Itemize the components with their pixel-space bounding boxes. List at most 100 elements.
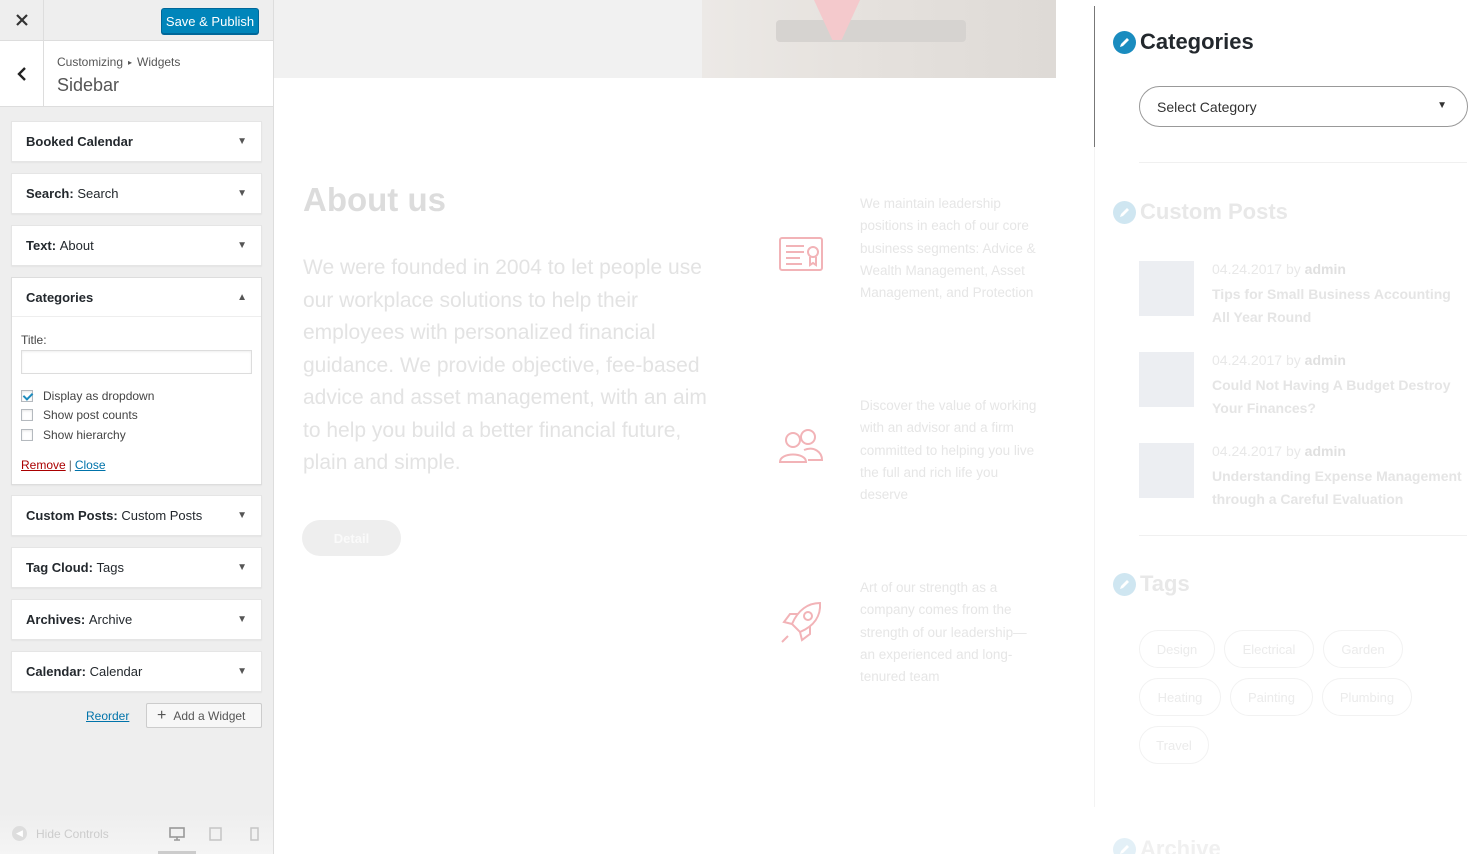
post-thumbnail[interactable] xyxy=(1139,352,1194,407)
widget-title: Custom Posts: xyxy=(26,508,118,523)
archive-widget-title[interactable]: Archive xyxy=(1113,836,1221,854)
caret-down-icon[interactable]: ▼ xyxy=(237,614,247,625)
title-label: Title: xyxy=(21,333,47,347)
widget-subtitle: Calendar xyxy=(89,664,143,679)
post-by: by xyxy=(1285,443,1301,459)
breadcrumb-widgets: Widgets xyxy=(137,55,181,69)
users-icon xyxy=(778,429,824,463)
widget-categories: Categories ▲ Title: Display as dropdown … xyxy=(11,277,262,485)
edit-pencil-icon[interactable] xyxy=(1113,200,1136,224)
desktop-preview-button[interactable] xyxy=(168,826,186,842)
tag-link[interactable]: Garden xyxy=(1323,630,1403,668)
tag-link[interactable]: Design xyxy=(1139,630,1215,668)
breadcrumb: Customizing ▸ Widgets xyxy=(57,55,180,69)
widget-title: Search: xyxy=(26,186,74,201)
widget-archives[interactable]: Archives: Archive ▼ xyxy=(11,599,262,640)
desktop-icon xyxy=(169,827,185,841)
edit-pencil-icon[interactable] xyxy=(1113,837,1136,854)
tag-link[interactable]: Electrical xyxy=(1224,630,1314,668)
caret-down-icon[interactable]: ▼ xyxy=(237,240,247,251)
checkbox-display-dropdown[interactable] xyxy=(21,389,33,402)
save-publish-button[interactable]: Save & Publish xyxy=(161,8,259,34)
tag-link[interactable]: Heating xyxy=(1139,678,1221,716)
caret-down-icon[interactable]: ▼ xyxy=(237,188,247,199)
checkbox-show-hierarchy[interactable] xyxy=(21,428,33,441)
feature-text: Discover the value of working with an ad… xyxy=(860,398,1037,503)
mobile-preview-button[interactable] xyxy=(245,826,263,842)
widget-subtitle: Tags xyxy=(96,560,125,575)
option-show-hierarchy[interactable]: Show hierarchy xyxy=(21,425,252,445)
tag-link[interactable]: Plumbing xyxy=(1322,678,1412,716)
post-title[interactable]: Understanding Expense Management through… xyxy=(1212,465,1464,510)
chevron-left-icon xyxy=(16,66,26,81)
panel-title: Sidebar xyxy=(57,75,120,95)
caret-down-icon[interactable]: ▼ xyxy=(237,562,247,573)
back-button[interactable] xyxy=(0,41,44,106)
widget-text[interactable]: Text: About ▼ xyxy=(11,225,262,266)
feature-text: We maintain leadership positions in each… xyxy=(860,196,1036,301)
widget-header[interactable]: Categories ▲ xyxy=(12,278,261,317)
widget-custom-posts[interactable]: Custom Posts: Custom Posts ▼ xyxy=(11,495,262,536)
caret-down-icon[interactable]: ▼ xyxy=(237,136,247,147)
reorder-link[interactable]: Reorder xyxy=(86,709,129,723)
post-thumbnail[interactable] xyxy=(1139,261,1194,316)
remove-link[interactable]: Remove xyxy=(21,458,66,472)
widget-tag-cloud[interactable]: Tag Cloud: Tags ▼ xyxy=(11,547,262,588)
tablet-preview-button[interactable] xyxy=(206,826,224,842)
post-author[interactable]: admin xyxy=(1305,261,1346,277)
custom-posts-widget-title[interactable]: Custom Posts xyxy=(1113,199,1288,225)
widget-header[interactable]: Text: About ▼ xyxy=(12,226,261,265)
option-label: Show post counts xyxy=(43,408,138,423)
post-date: 04.24.2017 xyxy=(1212,443,1283,459)
hero-image-detail xyxy=(776,20,966,42)
customizer-header: Save & Publish xyxy=(0,0,273,41)
widget-header[interactable]: Calendar: Calendar ▼ xyxy=(12,652,261,691)
dropdown-arrow-icon: ▼ xyxy=(1437,100,1447,111)
post-title[interactable]: Tips for Small Business Accounting All Y… xyxy=(1212,283,1464,328)
post-meta: 04.24.2017 by admin xyxy=(1212,443,1346,459)
post-by: by xyxy=(1285,352,1301,368)
widget-booked-calendar[interactable]: Booked Calendar ▼ xyxy=(11,121,262,162)
close-customizer-button[interactable] xyxy=(0,0,44,40)
post-thumbnail[interactable] xyxy=(1139,443,1194,498)
rocket-icon xyxy=(781,601,822,643)
widget-title: Text: xyxy=(26,238,57,253)
post-title[interactable]: Could Not Having A Budget Destroy Your F… xyxy=(1212,374,1464,419)
option-label: Display as dropdown xyxy=(43,388,155,403)
edit-pencil-icon[interactable] xyxy=(1113,30,1136,54)
widget-header[interactable]: Booked Calendar ▼ xyxy=(12,122,261,161)
hide-controls-button[interactable]: ◀ Hide Controls xyxy=(12,826,109,841)
tag-link[interactable]: Travel xyxy=(1139,726,1209,764)
hide-controls-label: Hide Controls xyxy=(36,826,109,841)
about-text: We were founded in 2004 to let people us… xyxy=(303,256,707,474)
category-select[interactable]: Select Category ▼ xyxy=(1139,86,1468,127)
widget-calendar[interactable]: Calendar: Calendar ▼ xyxy=(11,651,262,692)
post-author[interactable]: admin xyxy=(1305,352,1346,368)
option-show-post-counts[interactable]: Show post counts xyxy=(21,406,252,426)
caret-up-icon[interactable]: ▲ xyxy=(237,292,247,303)
customizer-footer: ◀ Hide Controls xyxy=(0,812,273,854)
widget-header[interactable]: Archives: Archive ▼ xyxy=(12,600,261,639)
add-widget-button[interactable]: + Add a Widget xyxy=(146,703,262,728)
widget-search[interactable]: Search: Search ▼ xyxy=(11,173,262,214)
widget-header[interactable]: Search: Search ▼ xyxy=(12,174,261,213)
widget-subtitle: About xyxy=(59,238,94,253)
tag-link[interactable]: Painting xyxy=(1230,678,1313,716)
caret-down-icon[interactable]: ▼ xyxy=(237,666,247,677)
detail-button[interactable]: Detail xyxy=(302,520,401,556)
post-by: by xyxy=(1285,261,1301,277)
widget-header[interactable]: Tag Cloud: Tags ▼ xyxy=(12,548,261,587)
close-link[interactable]: Close xyxy=(75,458,106,472)
edit-pencil-icon[interactable] xyxy=(1113,572,1136,596)
caret-down-icon[interactable]: ▼ xyxy=(237,510,247,521)
widget-divider xyxy=(1139,535,1467,536)
categories-widget-title[interactable]: Categories xyxy=(1113,29,1254,55)
widget-header[interactable]: Custom Posts: Custom Posts ▼ xyxy=(12,496,261,535)
checkbox-show-post-counts[interactable] xyxy=(21,409,33,422)
tags-title-text: Tags xyxy=(1140,571,1190,596)
option-display-dropdown[interactable]: Display as dropdown xyxy=(21,386,252,406)
custom-posts-title-text: Custom Posts xyxy=(1140,199,1288,224)
title-input[interactable] xyxy=(21,350,252,374)
post-author[interactable]: admin xyxy=(1305,443,1346,459)
tags-widget-title[interactable]: Tags xyxy=(1113,571,1190,597)
